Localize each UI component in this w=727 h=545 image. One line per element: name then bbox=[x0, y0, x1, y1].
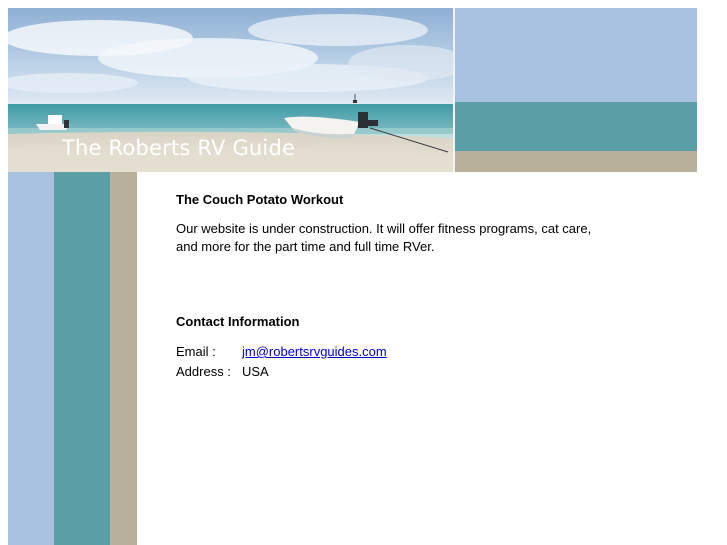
stripe-sand bbox=[110, 172, 137, 545]
email-cell: jm@robertsrvguides.com bbox=[242, 342, 387, 362]
band-sea bbox=[455, 102, 697, 151]
main-content: The Couch Potato Workout Our website is … bbox=[176, 191, 606, 379]
page: The Roberts RV Guide The Couch Potato Wo… bbox=[0, 0, 727, 545]
address-label: Address : bbox=[176, 364, 231, 379]
description-line-2: and more for the part time and full time… bbox=[176, 239, 435, 254]
contact-row-address: Address : USA bbox=[176, 362, 387, 382]
band-sand bbox=[455, 151, 697, 172]
description: Our website is under construction. It wi… bbox=[176, 220, 606, 256]
contact-table: Email : jm@robertsrvguides.com Address :… bbox=[176, 342, 387, 382]
band-sky bbox=[455, 8, 697, 102]
stripe-teal bbox=[54, 172, 110, 545]
contact-heading: Contact Information bbox=[176, 314, 300, 329]
description-line-1: Our website is under construction. It wi… bbox=[176, 221, 592, 236]
page-title: The Couch Potato Workout bbox=[176, 192, 344, 207]
contact-row-email: Email : jm@robertsrvguides.com bbox=[176, 342, 387, 362]
email-link[interactable]: jm@robertsrvguides.com bbox=[242, 344, 387, 359]
header-banner: The Roberts RV Guide bbox=[8, 8, 697, 172]
stripe-blue bbox=[8, 172, 54, 545]
email-label: Email : bbox=[176, 344, 216, 359]
site-title: The Roberts RV Guide bbox=[62, 136, 296, 160]
address-value: USA bbox=[242, 364, 269, 379]
banner-color-bands bbox=[455, 8, 697, 172]
